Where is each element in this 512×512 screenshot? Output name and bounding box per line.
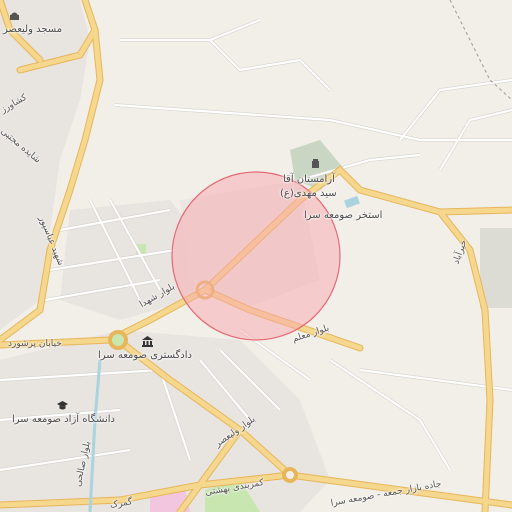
cemetery-label-line1: آرامستان آقا — [283, 174, 335, 185]
cemetery-icon[interactable] — [310, 158, 321, 169]
mosque-label: مسجد ولیعصر — [3, 24, 63, 35]
roundabout-south — [282, 467, 298, 483]
pool-label: استخر صومعه سرا — [304, 210, 383, 221]
map-canvas[interactable]: مسجد ولیعصر کشاورز شایده مجتبی شهید عباس… — [0, 0, 512, 512]
mosque-icon[interactable] — [9, 10, 20, 21]
map-base-layer — [0, 0, 512, 512]
pool-area — [344, 195, 360, 209]
cemetery-label-line2: سید مهدی(ع) — [280, 188, 337, 199]
road-label-parshourd: خیابان پرشورد — [8, 339, 62, 349]
courthouse-icon[interactable] — [142, 336, 153, 347]
court-label: دادگستری صومعه سرا — [98, 350, 192, 361]
roundabout-west — [108, 330, 128, 350]
university-icon[interactable] — [57, 400, 68, 411]
university-label: دانشگاه آزاد صومعه سرا — [12, 414, 115, 425]
